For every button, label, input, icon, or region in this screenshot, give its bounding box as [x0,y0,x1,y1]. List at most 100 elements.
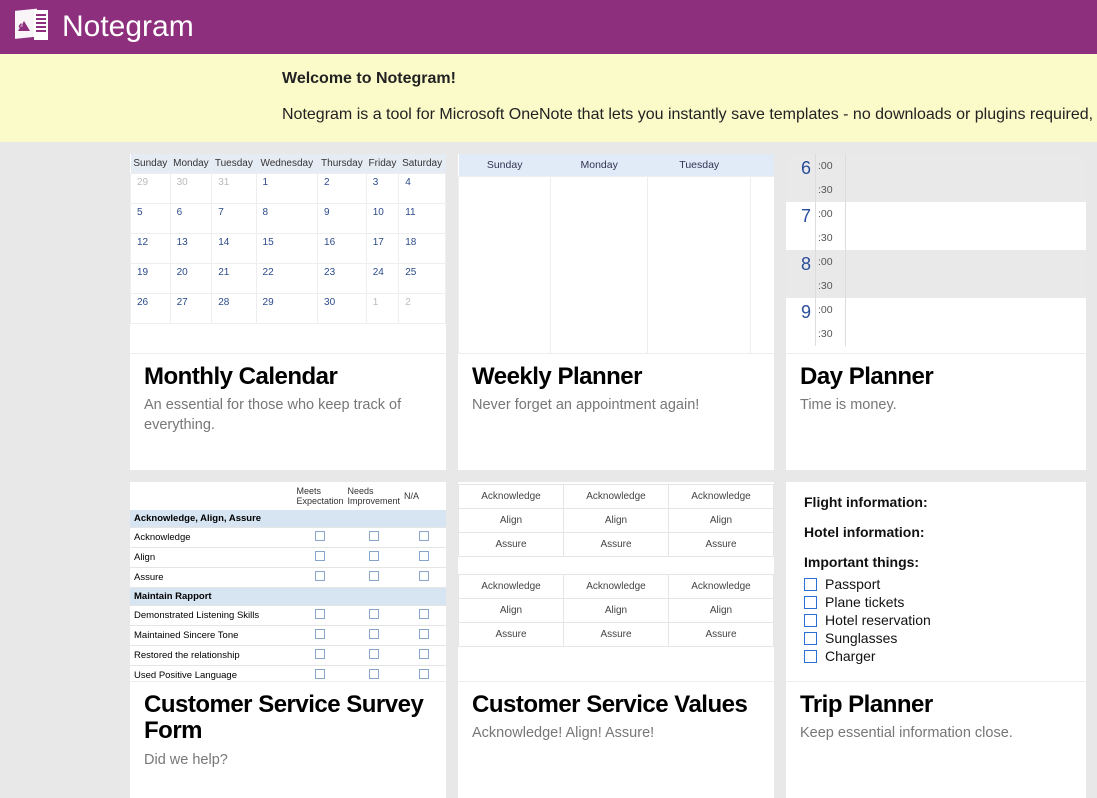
calendar-cell: 8 [256,204,317,234]
calendar-cell: 1 [366,294,398,324]
calendar-day-header: Saturday [399,154,446,174]
thumbnail-trip-planner: Flight information:Hotel information:Imp… [786,482,1086,682]
value-cell: Acknowledge [564,485,669,509]
card-title: Trip Planner [800,692,1072,718]
value-cell: Acknowledge [564,575,669,599]
week-day-header: Tuesday [648,154,751,177]
calendar-cell: 30 [318,294,367,324]
calendar-cell: 3 [366,174,398,204]
calendar-cell: 7 [212,204,256,234]
calendar-day-header: Tuesday [212,154,256,174]
calendar-cell: 20 [170,264,212,294]
value-cell: Assure [669,623,774,647]
calendar-cell: 21 [212,264,256,294]
template-card-day-planner[interactable]: 6:00:307:00:308:00:309:00:30 Day Planner… [786,154,1086,470]
checkbox-icon [804,614,817,627]
card-desc: Never forget an appointment again! [472,396,760,416]
trip-item: Charger [804,648,1068,664]
minute-labels: :00:30 [816,298,846,346]
thumbnail-weekly-planner: SundayMondayTuesdayWedne [458,154,774,354]
minute-labels: :00:30 [816,202,846,250]
time-slot [846,250,1086,298]
svg-text:‹: ‹ [18,17,23,33]
calendar-day-header: Sunday [131,154,171,174]
checkbox-icon [315,669,325,679]
survey-row-label: Align [130,548,294,568]
app-header: ‹ Notegram [0,0,1097,54]
calendar-cell: 19 [131,264,171,294]
card-desc: An essential for those who keep track of… [144,396,432,435]
checkbox-icon [419,649,429,659]
value-cell: Assure [564,533,669,557]
calendar-cell: 29 [131,174,171,204]
template-grid: SundayMondayTuesdayWednesdayThursdayFrid… [0,142,1097,798]
survey-row-label: Restored the relationship [130,646,294,666]
hour-label: 9 [786,298,816,346]
thumbnail-monthly-calendar: SundayMondayTuesdayWednesdayThursdayFrid… [130,154,446,354]
calendar-cell: 27 [170,294,212,324]
template-card-survey-form[interactable]: Meets ExpectationNeeds ImprovementN/A Ac… [130,482,446,798]
checkbox-icon [369,669,379,679]
calendar-cell: 22 [256,264,317,294]
minute-labels: :00:30 [816,250,846,298]
trip-heading: Hotel information: [804,524,1068,540]
calendar-cell: 30 [170,174,212,204]
thumbnail-survey-form: Meets ExpectationNeeds ImprovementN/A Ac… [130,482,446,682]
calendar-cell: 1 [256,174,317,204]
value-cell: Assure [459,533,564,557]
value-cell: Acknowledge [459,575,564,599]
checkbox-icon [804,596,817,609]
calendar-cell: 16 [318,234,367,264]
calendar-cell: 2 [318,174,367,204]
checkbox-icon [369,531,379,541]
checkbox-icon [419,609,429,619]
card-desc: Keep essential information close. [800,724,1072,744]
template-card-monthly-calendar[interactable]: SundayMondayTuesdayWednesdayThursdayFrid… [130,154,446,470]
calendar-cell: 31 [212,174,256,204]
app-title: Notegram [62,10,194,44]
time-slot [846,154,1086,202]
checkbox-icon [369,551,379,561]
value-cell: Acknowledge [459,485,564,509]
checkbox-icon [315,609,325,619]
week-day-header: Sunday [459,154,551,177]
survey-row-label: Demonstrated Listening Skills [130,606,294,626]
time-slot [846,298,1086,346]
hour-label: 6 [786,154,816,202]
checkbox-icon [369,629,379,639]
calendar-cell: 13 [170,234,212,264]
calendar-cell: 17 [366,234,398,264]
card-title: Weekly Planner [472,364,760,390]
checkbox-icon [419,531,429,541]
value-cell: Align [564,599,669,623]
trip-item: Hotel reservation [804,612,1068,628]
template-card-service-values[interactable]: AcknowledgeAcknowledgeAcknowledgeAlignAl… [458,482,774,798]
calendar-cell: 6 [170,204,212,234]
calendar-cell: 23 [318,264,367,294]
trip-item-label: Sunglasses [825,630,897,646]
trip-item-label: Passport [825,576,880,592]
template-card-weekly-planner[interactable]: SundayMondayTuesdayWedne Weekly Planner … [458,154,774,470]
card-title: Customer Service Survey Form [144,692,432,745]
thumbnail-service-values: AcknowledgeAcknowledgeAcknowledgeAlignAl… [458,482,774,682]
calendar-cell: 18 [399,234,446,264]
template-card-trip-planner[interactable]: Flight information:Hotel information:Imp… [786,482,1086,798]
calendar-cell: 9 [318,204,367,234]
survey-row-label: Used Positive Language [130,666,294,683]
hour-label: 7 [786,202,816,250]
calendar-cell: 24 [366,264,398,294]
calendar-cell: 11 [399,204,446,234]
checkbox-icon [419,669,429,679]
value-cell: Align [564,509,669,533]
calendar-cell: 14 [212,234,256,264]
calendar-day-header: Friday [366,154,398,174]
value-cell: Align [459,599,564,623]
checkbox-icon [315,571,325,581]
trip-heading: Important things: [804,554,1068,570]
calendar-day-header: Wednesday [256,154,317,174]
checkbox-icon [315,551,325,561]
trip-item-label: Hotel reservation [825,612,931,628]
checkbox-icon [315,629,325,639]
trip-item-label: Charger [825,648,876,664]
checkbox-icon [369,649,379,659]
